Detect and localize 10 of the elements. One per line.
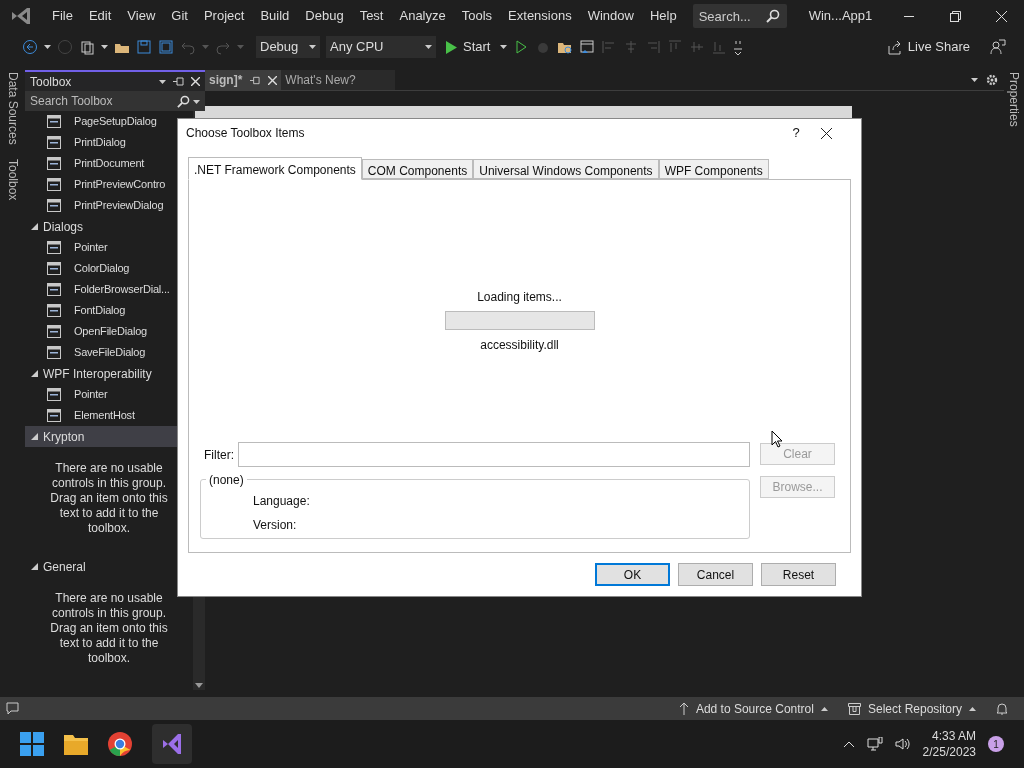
window-title: Win...App1 xyxy=(808,7,873,26)
dialog-title: Choose Toolbox Items xyxy=(186,125,305,142)
detail-label: Version: xyxy=(253,517,298,534)
detail-label: Language: xyxy=(253,493,311,510)
panel-title: Toolbox xyxy=(30,73,72,91)
file-name: accessibility.dll xyxy=(480,337,559,354)
loading-label: Loading items... xyxy=(477,289,562,306)
empty-group-message: There are no usable controls in this group. Drag an item onto this text to add it to the toolbox. xyxy=(49,590,169,667)
empty-group-message: There are no usable controls in this group. Drag an item onto this text to add it to the toolbox. xyxy=(49,460,169,537)
filter-label: Filter: xyxy=(204,446,234,464)
